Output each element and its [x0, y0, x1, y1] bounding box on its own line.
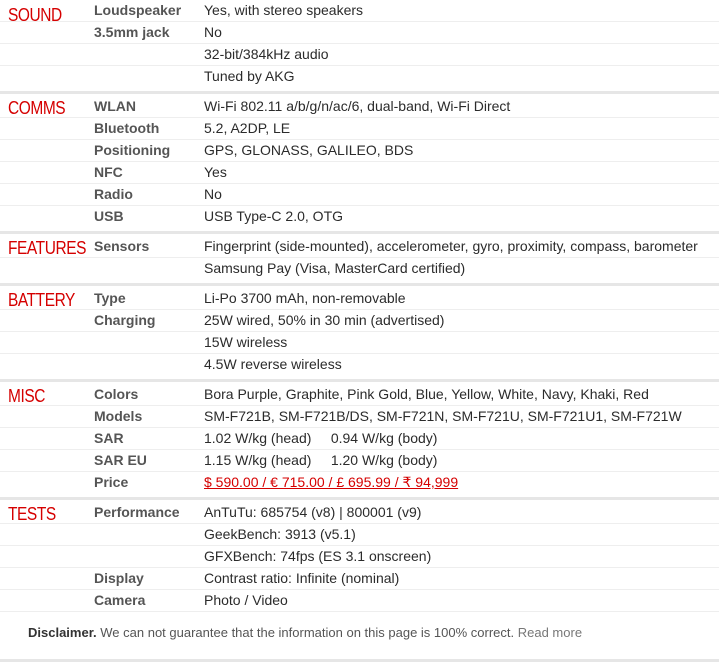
disclaimer-label: Disclaimer.: [28, 625, 97, 640]
spec-row: SAR 1.02 W/kg (head) 0.94 W/kg (body): [0, 428, 719, 450]
spec-row: SAR EU 1.15 W/kg (head) 1.20 W/kg (body): [0, 450, 719, 472]
spec-value: 1.15 W/kg (head) 1.20 W/kg (body): [204, 452, 438, 468]
spec-row: GeekBench: 3913 (v5.1): [0, 524, 719, 546]
spec-value: Fingerprint (side-mounted), acceleromete…: [204, 238, 698, 254]
spec-row: Colors Bora Purple, Graphite, Pink Gold, …: [0, 384, 719, 406]
spec-row: Sensors Fingerprint (side-mounted), accel…: [0, 236, 719, 258]
spec-row: GFXBench: 74fps (ES 3.1 onscreen): [0, 546, 719, 568]
spec-name[interactable]: 3.5mm jack: [94, 22, 204, 43]
specs-table: SOUND Loudspeaker Yes, with stereo speaker…: [0, 0, 719, 662]
spec-row: Tuned by AKG: [0, 66, 719, 87]
spec-name[interactable]: Sensors: [94, 236, 204, 257]
spec-value: 5.2, A2DP, LE: [204, 120, 291, 136]
spec-name[interactable]: Type: [94, 288, 204, 309]
spec-name: [94, 354, 204, 375]
spec-name[interactable]: Models: [94, 406, 204, 427]
read-more-link[interactable]: Read more: [518, 625, 582, 640]
spec-name[interactable]: Charging: [94, 310, 204, 331]
spec-row: 4.5W reverse wireless: [0, 354, 719, 375]
section-title[interactable]: BATTERY: [8, 290, 75, 311]
spec-name[interactable]: Performance: [94, 502, 204, 523]
spec-value: SM-F721B, SM-F721B/DS, SM-F721N, SM-F721…: [204, 408, 682, 424]
spec-section-misc: MISC Colors Bora Purple, Graphite, Pink Go…: [0, 382, 719, 500]
spec-value: 4.5W reverse wireless: [204, 356, 342, 372]
spec-row: Bluetooth 5.2, A2DP, LE: [0, 118, 719, 140]
spec-row: Positioning GPS, GLONASS, GALILEO, BDS: [0, 140, 719, 162]
spec-row: Display Contrast ratio: Infinite (nominal…: [0, 568, 719, 590]
spec-row: NFC Yes: [0, 162, 719, 184]
spec-value: Contrast ratio: Infinite (nominal): [204, 570, 400, 586]
section-title[interactable]: FEATURES: [8, 238, 86, 259]
spec-name[interactable]: SAR: [94, 428, 204, 449]
spec-row: 32-bit/384kHz audio: [0, 44, 719, 66]
spec-value: 1.02 W/kg (head) 0.94 W/kg (body): [204, 430, 438, 446]
spec-row: Samsung Pay (Visa, MasterCard certified): [0, 258, 719, 279]
spec-name: [94, 44, 204, 65]
spec-name[interactable]: Display: [94, 568, 204, 589]
spec-value: Yes, with stereo speakers: [204, 2, 364, 18]
section-title[interactable]: SOUND: [8, 5, 62, 26]
spec-name: [94, 524, 204, 545]
spec-row: Charging 25W wired, 50% in 30 min (advert…: [0, 310, 719, 332]
spec-value: Samsung Pay (Visa, MasterCard certified): [204, 260, 466, 276]
spec-row: Price $ 590.00 / € 715.00 / £ 695.99 / ₹ …: [0, 472, 719, 493]
section-title[interactable]: MISC: [8, 386, 45, 407]
spec-value: GeekBench: 3913 (v5.1): [204, 526, 356, 542]
spec-section-sound: SOUND Loudspeaker Yes, with stereo speaker…: [0, 0, 719, 94]
spec-row: Performance AnTuTu: 685754 (v8) | 800001 …: [0, 502, 719, 524]
spec-value: No: [204, 24, 222, 40]
spec-name[interactable]: Positioning: [94, 140, 204, 161]
spec-value: Yes: [204, 164, 227, 180]
spec-name: [94, 258, 204, 279]
spec-value: Bora Purple, Graphite, Pink Gold, Blue, …: [204, 386, 649, 402]
spec-row: Models SM-F721B, SM-F721B/DS, SM-F721N, S…: [0, 406, 719, 428]
spec-row: Loudspeaker Yes, with stereo speakers: [0, 0, 719, 22]
spec-value: Tuned by AKG: [204, 68, 295, 84]
spec-value: $ 590.00 / € 715.00 / £ 695.99 / ₹ 94,99…: [204, 472, 719, 493]
spec-row: Camera Photo / Video: [0, 590, 719, 612]
spec-row: 3.5mm jack No: [0, 22, 719, 44]
section-title[interactable]: TESTS: [8, 504, 56, 525]
spec-name: [94, 546, 204, 567]
spec-section-comms: COMMS WLAN Wi-Fi 802.11 a/b/g/n/ac/6, dual…: [0, 94, 719, 234]
spec-value: 32-bit/384kHz audio: [204, 46, 329, 62]
section-title[interactable]: COMMS: [8, 98, 66, 119]
spec-name[interactable]: SAR EU: [94, 450, 204, 471]
spec-value: Photo / Video: [204, 592, 288, 608]
spec-name[interactable]: Radio: [94, 184, 204, 205]
disclaimer-bar: Disclaimer. We can not guarantee that th…: [0, 616, 719, 656]
spec-value: GFXBench: 74fps (ES 3.1 onscreen): [204, 548, 432, 564]
spec-name[interactable]: Bluetooth: [94, 118, 204, 139]
spec-name[interactable]: Colors: [94, 384, 204, 405]
spec-row: Type Li-Po 3700 mAh, non-removable: [0, 288, 719, 310]
spec-name[interactable]: NFC: [94, 162, 204, 183]
spec-row: Radio No: [0, 184, 719, 206]
disclaimer-text: We can not guarantee that the informatio…: [96, 625, 518, 640]
spec-value: USB Type-C 2.0, OTG: [204, 208, 344, 224]
spec-row: 15W wireless: [0, 332, 719, 354]
spec-value: GPS, GLONASS, GALILEO, BDS: [204, 142, 414, 158]
spec-section-features: FEATURES Sensors Fingerprint (side-mounted…: [0, 234, 719, 286]
spec-value-link[interactable]: $ 590.00 / € 715.00 / £ 695.99 / ₹ 94,99…: [204, 474, 458, 490]
spec-name[interactable]: Price: [94, 472, 204, 493]
spec-name[interactable]: USB: [94, 206, 204, 227]
spec-value: 25W wired, 50% in 30 min (advertised): [204, 312, 445, 328]
spec-name: [94, 332, 204, 353]
spec-value: 15W wireless: [204, 334, 288, 350]
spec-section-battery: BATTERY Type Li-Po 3700 mAh, non-removable…: [0, 286, 719, 382]
spec-value: Li-Po 3700 mAh, non-removable: [204, 290, 406, 306]
spec-name[interactable]: Loudspeaker: [94, 0, 204, 21]
spec-value: Wi-Fi 802.11 a/b/g/n/ac/6, dual-band, Wi…: [204, 98, 511, 114]
spec-row: USB USB Type-C 2.0, OTG: [0, 206, 719, 227]
spec-name: [94, 66, 204, 87]
spec-name[interactable]: Camera: [94, 590, 204, 611]
spec-row: WLAN Wi-Fi 802.11 a/b/g/n/ac/6, dual-band…: [0, 96, 719, 118]
spec-value: AnTuTu: 685754 (v8) | 800001 (v9): [204, 504, 422, 520]
spec-value: No: [204, 186, 222, 202]
spec-name[interactable]: WLAN: [94, 96, 204, 117]
